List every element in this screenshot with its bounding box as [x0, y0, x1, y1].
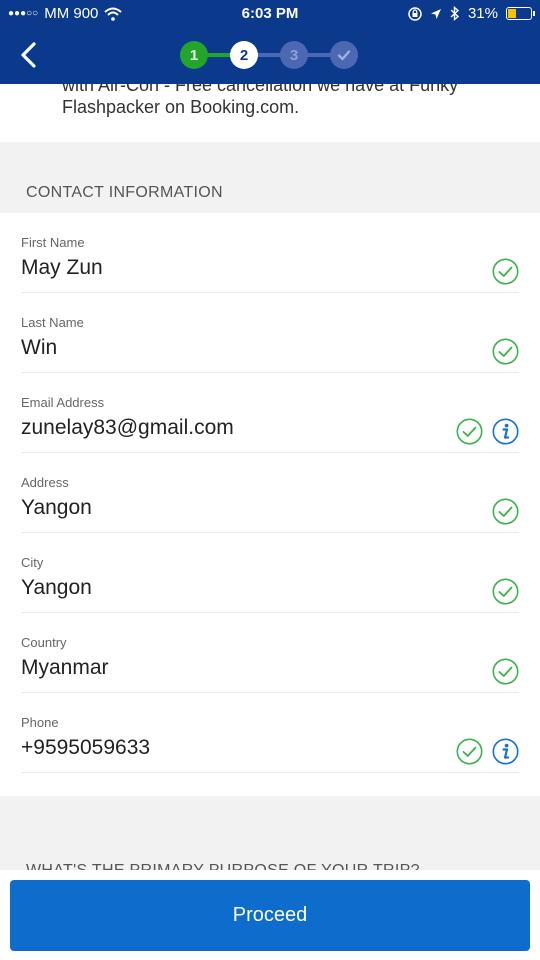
- back-arrow-icon[interactable]: [14, 40, 44, 70]
- city-field[interactable]: City Yangon: [21, 533, 519, 613]
- step-2: 2: [230, 41, 258, 69]
- field-value[interactable]: Win: [21, 336, 57, 360]
- field-label: First Name: [21, 235, 85, 250]
- check-circle-icon: [456, 418, 483, 445]
- lock-rotation-icon: [408, 6, 422, 21]
- email-field[interactable]: Email Address zunelay83@gmail.com: [21, 373, 519, 453]
- booking-summary-text: with Air-Con - Free cancellation we have…: [62, 84, 459, 117]
- phone-field[interactable]: Phone +9595059633: [21, 693, 519, 773]
- first-name-field[interactable]: First Name May Zun: [21, 213, 519, 293]
- field-value[interactable]: May Zun: [21, 256, 103, 280]
- country-field[interactable]: Country Myanmar: [21, 613, 519, 693]
- contact-section-title: CONTACT INFORMATION: [26, 184, 223, 201]
- field-label: Country: [21, 635, 67, 650]
- field-value[interactable]: Yangon: [21, 576, 92, 600]
- field-value[interactable]: zunelay83@gmail.com: [21, 416, 234, 440]
- check-circle-icon: [492, 498, 519, 525]
- field-label: Phone: [21, 715, 59, 730]
- field-value[interactable]: +9595059633: [21, 736, 150, 760]
- location-arrow-icon: [430, 8, 441, 19]
- check-icon: [337, 50, 351, 61]
- address-field[interactable]: Address Yangon: [21, 453, 519, 533]
- check-circle-icon: [456, 738, 483, 765]
- check-circle-icon: [492, 658, 519, 685]
- step-1: 1: [180, 41, 208, 69]
- battery-percent: 31%: [467, 5, 498, 22]
- booking-summary-card: with Air-Con - Free cancellation we have…: [0, 84, 540, 142]
- nav-bar: 1 2 3: [0, 28, 540, 84]
- field-value[interactable]: Yangon: [21, 496, 92, 520]
- status-bar: ●●●○○ MM 900 6:03 PM 31%: [0, 0, 540, 28]
- info-icon[interactable]: [492, 738, 519, 765]
- footer: Proceed: [0, 870, 540, 960]
- field-label: Email Address: [21, 395, 105, 410]
- field-label: City: [21, 555, 44, 570]
- info-icon[interactable]: [492, 418, 519, 445]
- progress-stepper: 1 2 3: [178, 40, 362, 70]
- check-circle-icon: [492, 258, 519, 285]
- bluetooth-icon: [450, 6, 460, 21]
- battery-icon: [506, 7, 535, 20]
- contact-form: First Name May Zun Last Name Win Email A…: [0, 213, 540, 796]
- step-3: 3: [280, 41, 308, 69]
- field-label: Last Name: [21, 315, 84, 330]
- status-right: 31%: [408, 5, 535, 22]
- step-final: [330, 41, 358, 69]
- field-label: Address: [21, 475, 69, 490]
- check-circle-icon: [492, 338, 519, 365]
- field-value[interactable]: Myanmar: [21, 656, 109, 680]
- check-circle-icon: [492, 578, 519, 605]
- last-name-field[interactable]: Last Name Win: [21, 293, 519, 373]
- proceed-button[interactable]: Proceed: [10, 880, 530, 951]
